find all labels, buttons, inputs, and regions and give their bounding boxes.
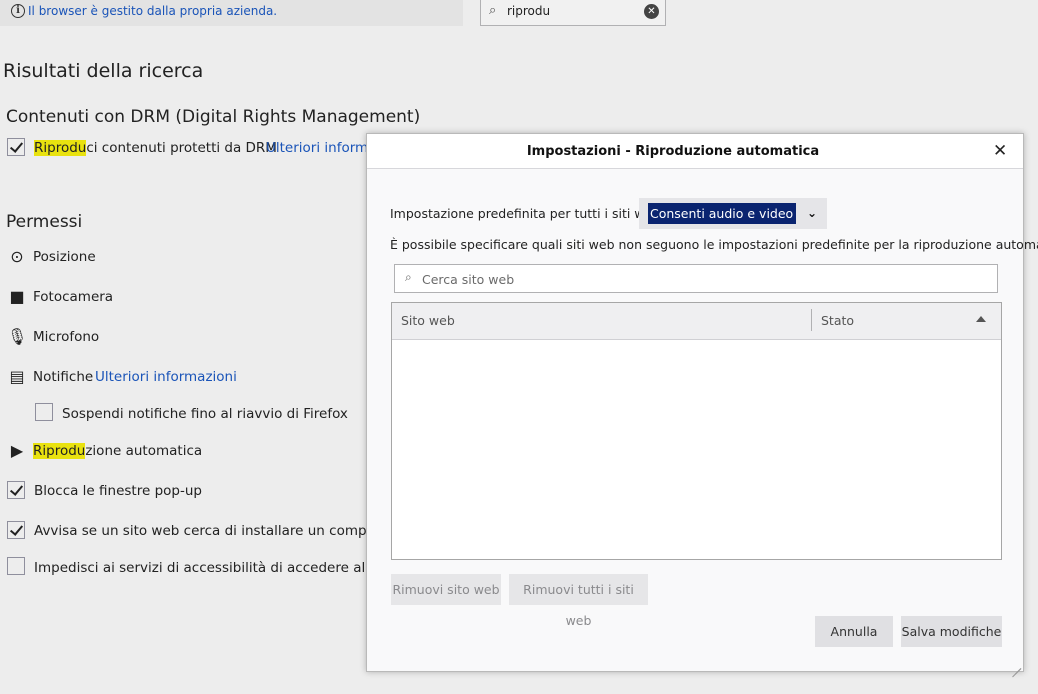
default-setting-select[interactable]: Consenti audio e video ⌄	[639, 198, 827, 229]
preferences-search-value[interactable]: riprodu	[507, 4, 550, 18]
microphone-icon: 🎙	[7, 327, 28, 346]
microphone-label: Microfono	[33, 329, 100, 345]
notifications-label: Notifiche	[33, 369, 94, 385]
column-header-status[interactable]: Stato	[821, 313, 854, 328]
close-icon[interactable]: ✕	[993, 141, 1007, 161]
sort-ascending-icon[interactable]	[976, 316, 986, 322]
location-label: Posizione	[33, 249, 96, 265]
table-header: Sito web Stato	[392, 303, 1001, 340]
search-results-title: Risultati della ricerca	[3, 60, 204, 82]
dialog-title: Impostazioni - Riproduzione automatica	[526, 144, 820, 159]
chevron-down-icon[interactable]: ⌄	[797, 203, 827, 224]
sites-table[interactable]: Sito web Stato	[391, 302, 1002, 560]
default-setting-value[interactable]: Consenti audio e video	[648, 203, 796, 224]
warn-addons-label: Avvisa se un sito web cerca di installar…	[34, 523, 406, 539]
notifications-learn-more-link[interactable]: Ulteriori informazioni	[95, 369, 237, 385]
info-icon: i	[11, 4, 25, 18]
save-changes-button[interactable]: Salva modifiche	[901, 616, 1002, 647]
drm-play-label: Riproduci contenuti protetti da DRM	[34, 140, 277, 156]
camera-label: Fotocamera	[33, 289, 114, 305]
dialog-titlebar[interactable]: Impostazioni - Riproduzione automatica ✕	[367, 134, 1023, 169]
cancel-button[interactable]: Annulla	[815, 616, 893, 647]
block-accessibility-checkbox[interactable]	[7, 557, 25, 575]
permissions-heading: Permessi	[6, 212, 83, 232]
block-popups-checkbox[interactable]	[7, 481, 25, 499]
clear-search-icon[interactable]: ✕	[644, 4, 659, 19]
block-popups-label: Blocca le finestre pop-up	[34, 483, 202, 499]
site-search-input[interactable]	[420, 269, 984, 290]
managed-notice-text[interactable]: Il browser è gestito dalla propria azien…	[28, 4, 277, 18]
default-setting-label: Impostazione predefinita per tutti i sit…	[390, 206, 665, 221]
notifications-icon: ▤	[9, 367, 25, 386]
site-search-field[interactable]: ⌕	[394, 264, 998, 293]
drm-checkbox[interactable]	[7, 138, 25, 156]
remove-site-button[interactable]: Rimuovi sito web	[391, 574, 501, 605]
exceptions-description: È possibile specificare quali siti web n…	[390, 237, 1038, 252]
warn-addons-checkbox[interactable]	[7, 521, 25, 539]
managed-notice-bar[interactable]: i Il browser è gestito dalla propria azi…	[0, 0, 463, 26]
location-icon: ⊙	[10, 247, 24, 266]
resize-grip-icon[interactable]	[1009, 657, 1022, 678]
preferences-search[interactable]: ⌕ riprodu ✕	[480, 0, 666, 26]
autoplay-icon: ▶	[10, 441, 24, 460]
search-icon: ⌕	[405, 270, 412, 284]
search-icon: ⌕	[489, 3, 497, 18]
camera-icon: ■	[9, 287, 25, 306]
column-header-site[interactable]: Sito web	[401, 313, 455, 328]
dialog-body: Impostazione predefinita per tutti i sit…	[367, 169, 1038, 678]
remove-all-sites-button[interactable]: Rimuovi tutti i siti web	[509, 574, 648, 628]
autoplay-label: Riproduzione automatica	[33, 443, 203, 459]
drm-heading: Contenuti con DRM (Digital Rights Manage…	[6, 107, 421, 127]
pause-notifications-checkbox[interactable]	[35, 403, 53, 421]
column-separator[interactable]	[811, 309, 812, 331]
autoplay-settings-dialog: Impostazioni - Riproduzione automatica ✕…	[366, 133, 1038, 678]
pause-notifications-label: Sospendi notifiche fino al riavvio di Fi…	[62, 406, 348, 422]
